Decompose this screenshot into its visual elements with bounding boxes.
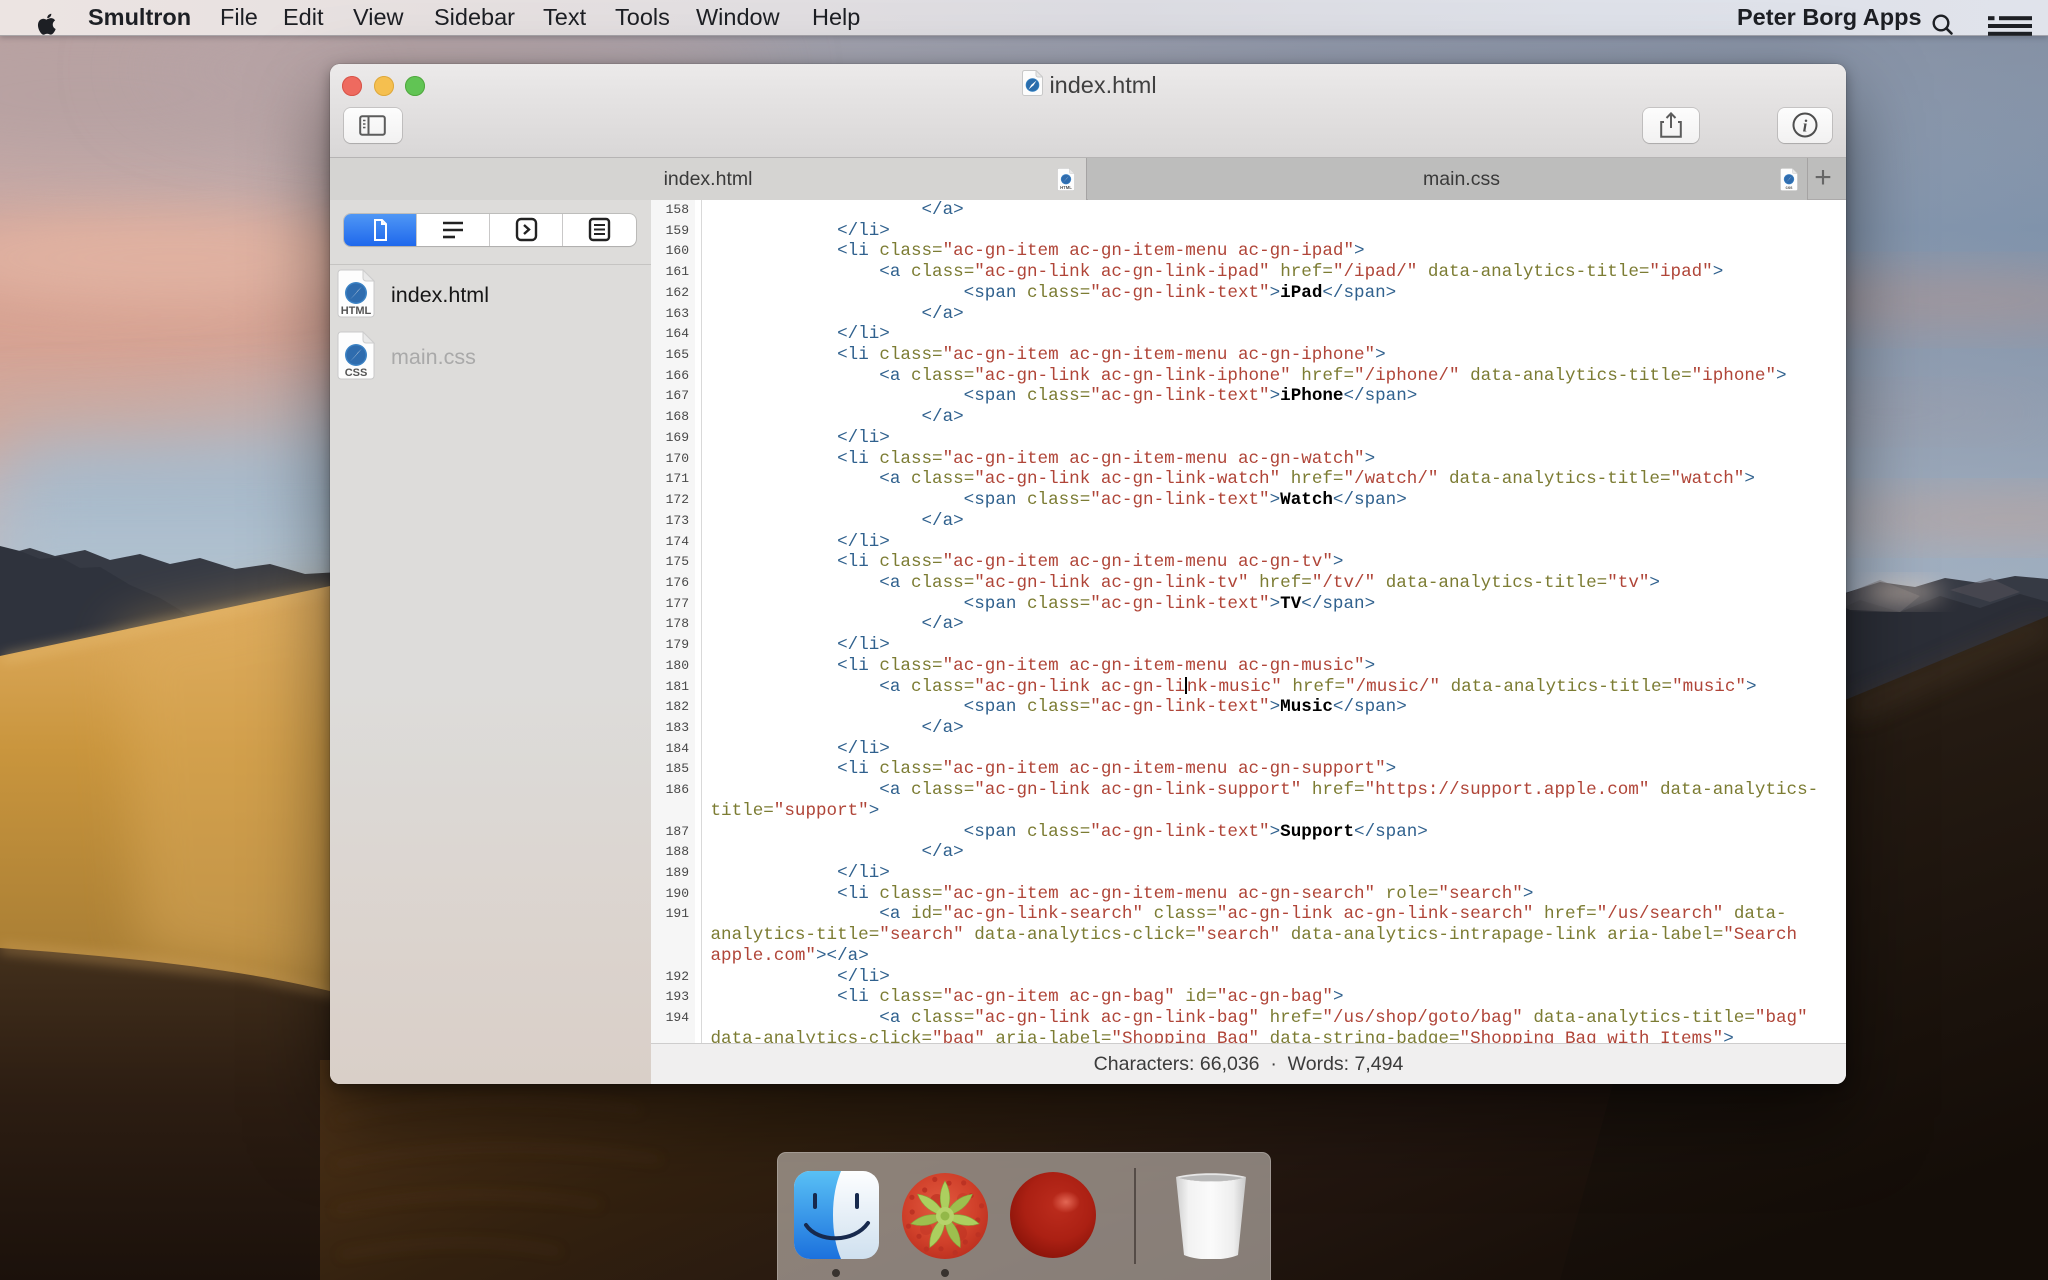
svg-text:HTML: HTML xyxy=(1060,185,1072,190)
svg-text:HTML: HTML xyxy=(340,305,371,317)
svg-text:i: i xyxy=(1803,117,1808,136)
svg-text:css: css xyxy=(1785,185,1793,190)
svg-text:CSS: CSS xyxy=(344,367,367,379)
